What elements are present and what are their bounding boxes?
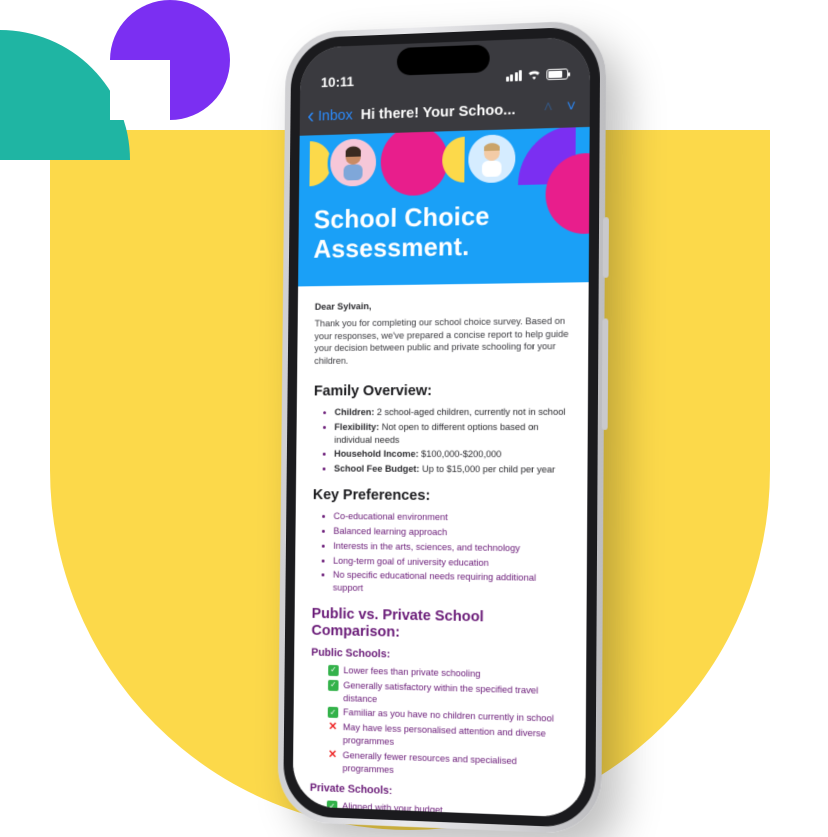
check-icon: ✓ [328,665,339,676]
back-chevron-icon[interactable]: ‹ [307,105,314,127]
item-text: More likely to offer personalised attent… [342,816,567,817]
list-item: School Fee Budget: Up to $15,000 per chi… [334,464,570,478]
phone-side-button [603,217,609,278]
email-body[interactable]: School Choice Assessment. Dear Sylvain, … [293,127,590,818]
public-schools-list: ✓ Lower fees than private schooling ✓ Gener… [310,664,568,783]
check-icon: ✓ [328,680,339,691]
hero-title: School Choice Assessment. [313,200,573,265]
wifi-icon [527,67,542,83]
decoration-purple-notch [110,60,170,120]
list-item: Co-educational environment [333,511,569,526]
cellular-icon [506,70,522,82]
item-value: 2 school-aged children, currently not in… [374,407,565,418]
item-value: Up to $15,000 per child per year [419,464,555,476]
cross-icon: ✕ [328,722,339,733]
item-text: Generally satisfactory within the specif… [343,680,568,712]
list-item: Household Income: $100,000-$200,000 [334,449,570,463]
cross-icon: ✕ [327,749,338,760]
item-text: Aligned with your budget [342,802,443,818]
status-time: 10:11 [321,73,354,90]
hero-graphic [299,127,590,196]
hero-shape-circle [545,152,589,235]
hero-child-avatar [465,131,518,186]
greeting: Dear Sylvain, [315,298,571,312]
item-text: Lower fees than private schooling [343,665,480,681]
hero-shape-circle [380,127,448,196]
item-label: School Fee Budget: [334,464,420,475]
dynamic-island [397,44,490,75]
phone-screen: 10:11 ‹ Inbox Hi there! Your Schoo... ˄ … [293,36,591,817]
item-text: Generally fewer resources and specialise… [342,750,567,784]
list-item: Flexibility: Not open to different optio… [334,422,570,448]
battery-icon [546,68,568,80]
phone-mockup: 10:11 ‹ Inbox Hi there! Your Schoo... ˄ … [283,26,600,828]
phone-frame: 10:11 ‹ Inbox Hi there! Your Schoo... ˄ … [283,26,600,828]
item-value: $100,000-$200,000 [419,449,502,460]
item-label: Household Income: [334,449,419,460]
list-item: Long-term goal of university education [333,555,569,571]
list-item: ✓More likely to offer personalised atten… [326,816,567,818]
email-hero: School Choice Assessment. [298,127,590,286]
list-item: Interests in the arts, sciences, and tec… [333,541,569,557]
item-label: Children: [335,407,375,418]
family-overview-heading: Family Overview: [314,382,570,400]
list-item: No specific educational needs requiring … [333,570,569,600]
status-icons [506,66,569,83]
email-subject: Hi there! Your Schoo... [337,100,539,123]
prev-message-chevron-icon[interactable]: ˄ [543,99,552,117]
intro-paragraph: Thank you for completing our school choi… [314,316,570,369]
hero-shape-quarter [518,127,576,185]
item-label: Flexibility: [334,422,379,433]
hero-shape-half-circle [298,141,332,187]
next-message-chevron-icon[interactable]: ˅ [567,98,576,116]
hero-child-avatar [327,135,379,189]
message-nav-arrows: ˄ ˅ [543,98,575,117]
list-item: Children: 2 school-aged children, curren… [334,407,569,420]
email-content: Dear Sylvain, Thank you for completing o… [293,282,589,818]
hero-title-line: Assessment. [313,230,573,265]
check-icon: ✓ [328,707,339,718]
check-icon: ✓ [327,801,338,812]
